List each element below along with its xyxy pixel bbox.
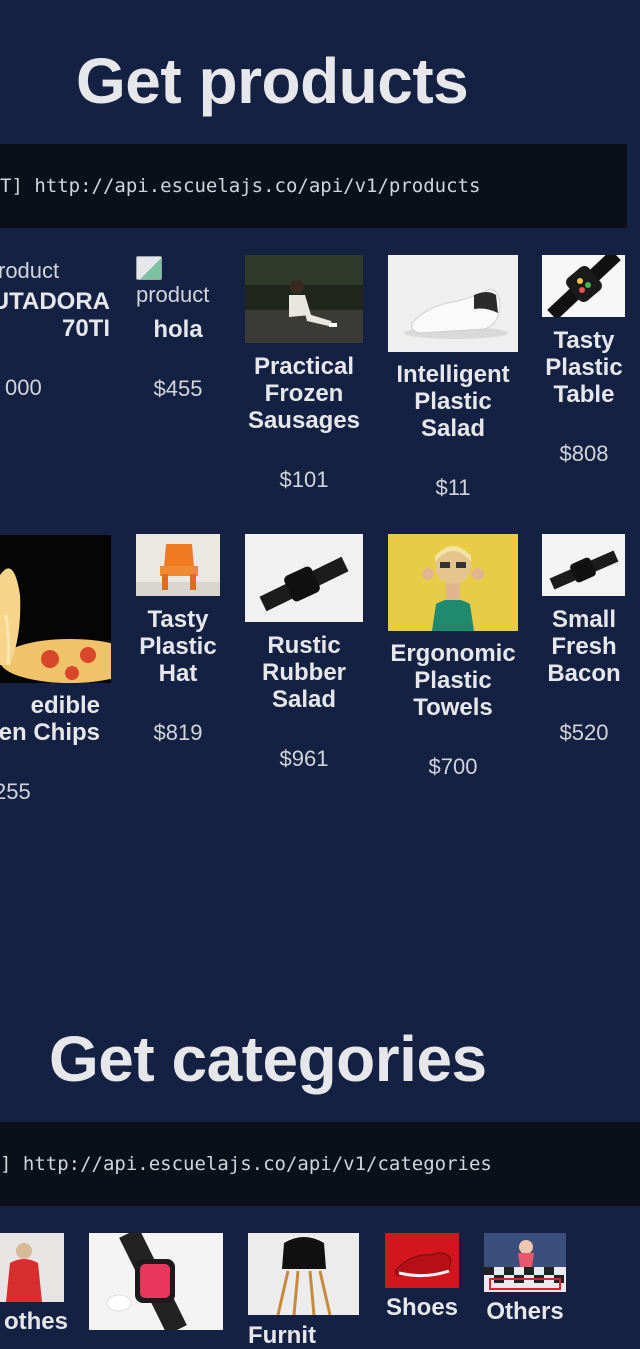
product-price: $455: [153, 376, 203, 401]
product-name: Practical Frozen Sausages: [247, 353, 361, 434]
categories-endpoint-text: ] http://api.escuelajs.co/api/v1/categor…: [0, 1153, 492, 1175]
product-price: $961: [279, 746, 329, 771]
product-name: edible en Chips: [0, 692, 100, 746]
product-image-broken: product: [136, 256, 209, 308]
category-image-others: [484, 1233, 566, 1292]
category-image-furniture: [248, 1233, 359, 1315]
category-name: Furnit: [248, 1322, 316, 1349]
products-endpoint-code: T] http://api.escuelajs.co/api/v1/produc…: [0, 144, 627, 228]
product-image-broken: roduct: [0, 258, 60, 283]
product-name: Rustic Rubber Salad: [262, 632, 346, 713]
product-price: $819: [153, 720, 203, 745]
product-name: Ergonomic Plastic Towels: [390, 640, 516, 721]
product-price: $700: [428, 754, 478, 779]
category-card[interactable]: Others: [477, 1298, 573, 1325]
product-image-watch: [542, 255, 625, 317]
product-name: Tasty Plastic Hat: [139, 606, 217, 687]
product-image-towels: [388, 534, 518, 631]
product-price: $520: [559, 720, 609, 745]
product-image-pizza: [0, 535, 111, 683]
product-card[interactable]: Tasty Plastic Table $808: [536, 327, 632, 467]
product-name: Tasty Plastic Table: [545, 327, 623, 408]
product-image-chair: [136, 534, 220, 596]
category-name: Shoes: [385, 1294, 459, 1321]
product-name: hola: [153, 316, 203, 343]
category-image-electronics: [89, 1233, 223, 1330]
category-card[interactable]: Furnit: [248, 1322, 359, 1349]
category-image-clothes: [0, 1233, 64, 1302]
product-card[interactable]: UTADORA 70TI 000: [0, 288, 110, 401]
product-image-rubber-watch: [245, 534, 363, 622]
products-endpoint-text: T] http://api.escuelajs.co/api/v1/produc…: [0, 175, 481, 197]
product-name: Intelligent Plastic Salad: [396, 361, 510, 442]
categories-endpoint-code: ] http://api.escuelajs.co/api/v1/categor…: [0, 1122, 640, 1206]
category-image-shoes: [385, 1233, 459, 1288]
product-image-sausages: [245, 255, 363, 343]
product-name: UTADORA 70TI: [0, 288, 110, 342]
category-name: othes: [3, 1308, 68, 1335]
product-price: 255: [0, 779, 31, 804]
product-price: $11: [435, 475, 471, 500]
product-card[interactable]: Rustic Rubber Salad $961: [236, 632, 372, 772]
product-price: $808: [559, 441, 609, 466]
product-name: Small Fresh Bacon: [547, 606, 621, 687]
category-name: Others: [486, 1298, 564, 1325]
product-card[interactable]: Intelligent Plastic Salad $11: [382, 361, 524, 501]
broken-image-icon: [136, 256, 162, 280]
category-card[interactable]: othes: [0, 1308, 68, 1335]
product-card[interactable]: Ergonomic Plastic Towels $700: [382, 640, 524, 780]
product-price: $101: [279, 467, 329, 492]
product-image-bacon: [542, 534, 625, 596]
product-card[interactable]: Practical Frozen Sausages $101: [236, 353, 372, 493]
product-price: 000: [5, 375, 42, 400]
category-card[interactable]: Shoes: [377, 1294, 467, 1321]
product-card[interactable]: hola $455: [128, 316, 228, 402]
product-card[interactable]: Small Fresh Bacon $520: [536, 606, 632, 746]
product-image-sneaker: [388, 255, 518, 352]
product-card[interactable]: edible en Chips 255: [0, 692, 100, 805]
products-heading: Get products: [76, 45, 469, 117]
categories-heading: Get categories: [49, 1023, 487, 1095]
product-card[interactable]: Tasty Plastic Hat $819: [128, 606, 228, 746]
